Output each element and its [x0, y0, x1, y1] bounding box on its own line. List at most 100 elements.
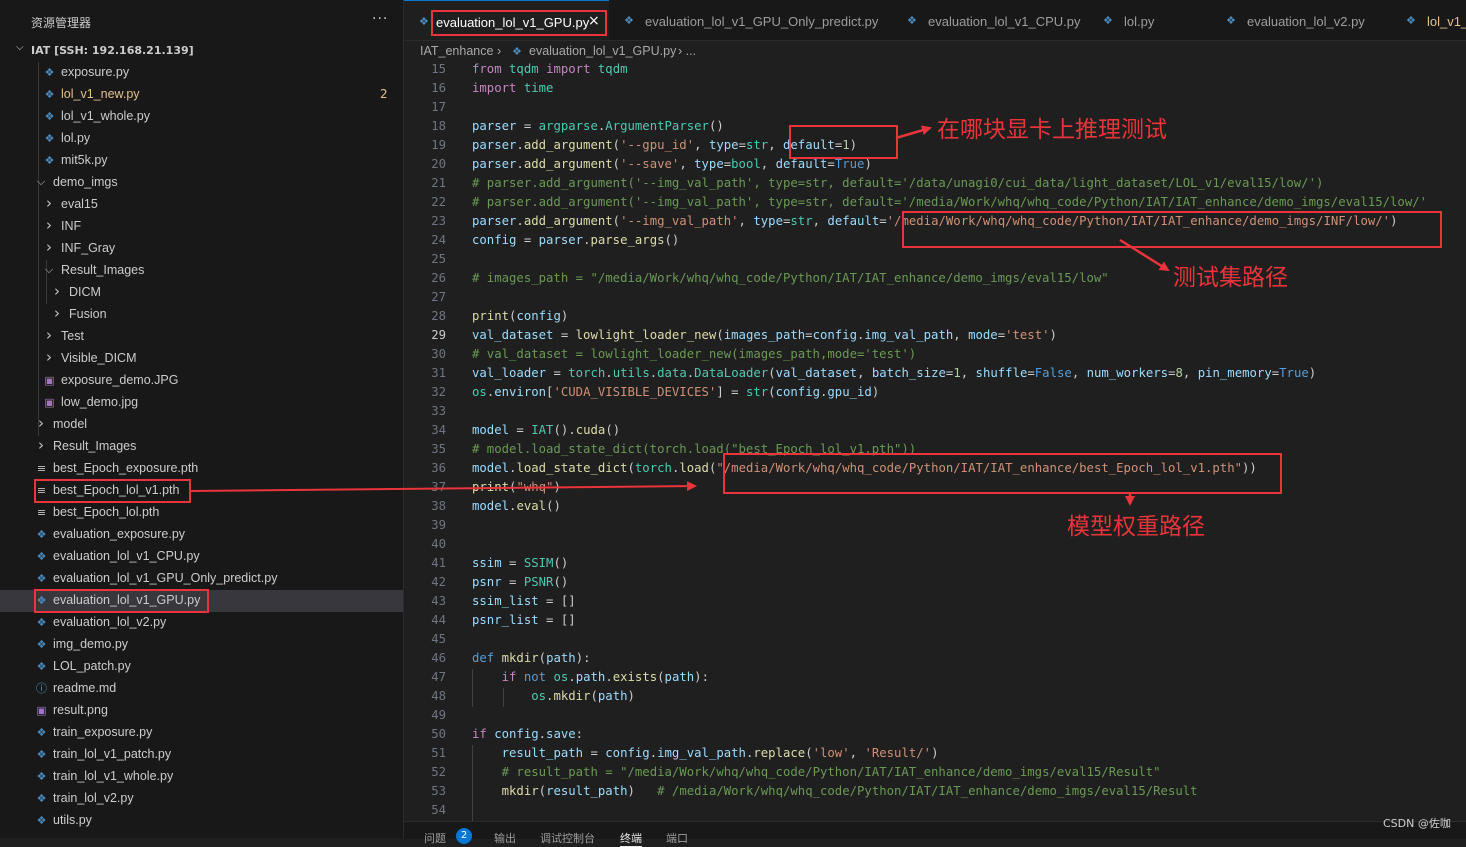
code-line[interactable]: 19 parser.add_argument('--gpu_id', type=s…: [404, 137, 1466, 156]
code-token: import: [472, 81, 524, 95]
file-item[interactable]: ❖ lol_v1_whole.py: [0, 106, 403, 128]
file-item[interactable]: ⓘ readme.md: [0, 678, 403, 700]
code-line[interactable]: 32 os.environ['CUDA_VISIBLE_DEVICES'] = s…: [404, 384, 1466, 403]
chevron-right-icon[interactable]: ›: [44, 348, 54, 366]
file-item[interactable]: ❖ utils.py: [0, 810, 403, 832]
panel-tab-problems[interactable]: 问题: [424, 830, 446, 846]
file-item[interactable]: ❖ mit5k.py: [0, 150, 403, 172]
code-line[interactable]: 18 parser = argparse.ArgumentParser(): [404, 118, 1466, 137]
code-line[interactable]: 38 model.eval(): [404, 498, 1466, 517]
chevron-right-icon[interactable]: ›: [36, 436, 46, 454]
code-line[interactable]: 33: [404, 403, 1466, 422]
code-editor[interactable]: 15 from tqdm import tqdm 16 import time 17 18…: [404, 61, 1466, 821]
code-line[interactable]: 27: [404, 289, 1466, 308]
folder-item[interactable]: › Test: [0, 326, 403, 348]
chevron-right-icon[interactable]: ›: [52, 304, 62, 322]
tab-file[interactable]: ❖ evaluation_lol_v1_GPU_Only_predict.py: [609, 0, 893, 40]
code-token: .: [516, 214, 524, 228]
workspace-root[interactable]: ⌵ IAT [SSH: 192.168.21.139]: [0, 40, 403, 62]
panel-tab-ports[interactable]: 端口: [666, 830, 688, 846]
file-item[interactable]: ❖ evaluation_lol_v2.py: [0, 612, 403, 634]
file-item[interactable]: ❖ evaluation_exposure.py: [0, 524, 403, 546]
breadcrumb-symbol[interactable]: › ...: [678, 44, 696, 58]
line-number: 48: [431, 689, 446, 703]
panel-tab-terminal[interactable]: 终端: [620, 830, 642, 847]
code-line[interactable]: 51 result_path = config.img_val_path.rep…: [404, 745, 1466, 764]
code-line[interactable]: 44 psnr_list = []: [404, 612, 1466, 631]
folder-item[interactable]: › Result_Images: [0, 436, 403, 458]
file-item[interactable]: ❖ lol_v1_new.py 2: [0, 84, 403, 106]
code-line[interactable]: 17: [404, 99, 1466, 118]
code-line[interactable]: 49: [404, 707, 1466, 726]
code-line[interactable]: 43 ssim_list = []: [404, 593, 1466, 612]
code-line[interactable]: 31 val_loader = torch.utils.data.DataLoad…: [404, 365, 1466, 384]
chevron-right-icon[interactable]: ›: [44, 326, 54, 344]
code-line[interactable]: 47 if not os.path.exists(path):: [404, 669, 1466, 688]
file-item[interactable]: ▣ exposure_demo.JPG: [0, 370, 403, 392]
file-item[interactable]: ▣ result.png: [0, 700, 403, 722]
chevron-right-icon[interactable]: ›: [44, 216, 54, 234]
file-item[interactable]: ❖ evaluation_lol_v1_CPU.py: [0, 546, 403, 568]
folder-item[interactable]: ⌵ Result_Images: [0, 260, 403, 282]
more-actions-icon[interactable]: ···: [372, 11, 388, 27]
folder-item[interactable]: › eval15: [0, 194, 403, 216]
folder-item[interactable]: › model: [0, 414, 403, 436]
breadcrumb-folder[interactable]: IAT_enhance: [420, 44, 493, 58]
chevron-down-icon[interactable]: ⌵: [36, 175, 46, 189]
code-token: (: [612, 214, 621, 228]
breadcrumb-file[interactable]: evaluation_lol_v1_GPU.py: [529, 44, 676, 58]
folder-item[interactable]: › DICM: [0, 282, 403, 304]
code-line[interactable]: 52 # result_path = "/media/Work/whq/whq_…: [404, 764, 1466, 783]
file-item[interactable]: ❖ LOL_patch.py: [0, 656, 403, 678]
code-line[interactable]: 41 ssim = SSIM(): [404, 555, 1466, 574]
folder-item[interactable]: ⌵ demo_imgs: [0, 172, 403, 194]
tab-file[interactable]: ❖ lol.py: [1088, 0, 1212, 40]
chevron-right-icon[interactable]: ›: [44, 194, 54, 212]
code-line[interactable]: 30 # val_dataset = lowlight_loader_new(im…: [404, 346, 1466, 365]
folder-item[interactable]: › Visible_DICM: [0, 348, 403, 370]
file-item[interactable]: ❖ train_lol_v2.py: [0, 788, 403, 810]
code-line[interactable]: 16 import time: [404, 80, 1466, 99]
code-line[interactable]: 40: [404, 536, 1466, 555]
chevron-right-icon[interactable]: ›: [52, 282, 62, 300]
file-item[interactable]: ≡ best_Epoch_exposure.pth: [0, 458, 403, 480]
code-line[interactable]: 29 val_dataset = lowlight_loader_new(imag…: [404, 327, 1466, 346]
tab-file[interactable]: ❖ lol_v1_: [1391, 0, 1466, 40]
code-line[interactable]: 28 print(config): [404, 308, 1466, 327]
code-line[interactable]: 54: [404, 802, 1466, 821]
folder-item[interactable]: › INF_Gray: [0, 238, 403, 260]
folder-item[interactable]: › Fusion: [0, 304, 403, 326]
folder-item[interactable]: › INF: [0, 216, 403, 238]
code-line[interactable]: 39: [404, 517, 1466, 536]
code-line[interactable]: 25: [404, 251, 1466, 270]
file-item[interactable]: ❖ exposure.py: [0, 62, 403, 84]
file-item[interactable]: ❖ img_demo.py: [0, 634, 403, 656]
panel-tab-debug-console[interactable]: 调试控制台: [540, 830, 595, 846]
code-line[interactable]: 53 mkdir(result_path) # /media/Work/whq/…: [404, 783, 1466, 802]
chevron-right-icon[interactable]: ›: [44, 238, 54, 256]
code-line[interactable]: 46 def mkdir(path):: [404, 650, 1466, 669]
tab-file[interactable]: ❖ evaluation_lol_v2.py: [1211, 0, 1392, 40]
file-item[interactable]: ≡ best_Epoch_lol.pth: [0, 502, 403, 524]
file-item[interactable]: ▣ low_demo.jpg: [0, 392, 403, 414]
file-item[interactable]: ❖ train_lol_v1_patch.py: [0, 744, 403, 766]
file-item[interactable]: ❖ evaluation_lol_v1_GPU_Only_predict.py: [0, 568, 403, 590]
file-item[interactable]: ❖ train_exposure.py: [0, 722, 403, 744]
code-line[interactable]: 21 # parser.add_argument('--img_val_path'…: [404, 175, 1466, 194]
chevron-down-icon[interactable]: ⌵: [44, 263, 54, 277]
chevron-right-icon[interactable]: ›: [36, 414, 46, 432]
tab-file[interactable]: ❖ evaluation_lol_v1_CPU.py: [892, 0, 1089, 40]
file-item[interactable]: ❖ train_lol_v1_whole.py: [0, 766, 403, 788]
code-line[interactable]: 48 os.mkdir(path): [404, 688, 1466, 707]
code-line[interactable]: 45: [404, 631, 1466, 650]
panel-tab-output[interactable]: 输出: [494, 830, 516, 846]
code-line[interactable]: 15 from tqdm import tqdm: [404, 61, 1466, 80]
code-line[interactable]: 20 parser.add_argument('--save', type = boo…: [404, 156, 1466, 175]
code-line[interactable]: 34 model = IAT().cuda(): [404, 422, 1466, 441]
chevron-down-icon[interactable]: ⌵: [16, 42, 24, 53]
code-line[interactable]: 50 if config.save:: [404, 726, 1466, 745]
file-item[interactable]: ❖ lol.py: [0, 128, 403, 150]
line-number: 33: [431, 404, 446, 418]
code-line[interactable]: 42 psnr = PSNR(): [404, 574, 1466, 593]
code-line[interactable]: 26 # images_path = "/media/Work/whq/whq_c…: [404, 270, 1466, 289]
